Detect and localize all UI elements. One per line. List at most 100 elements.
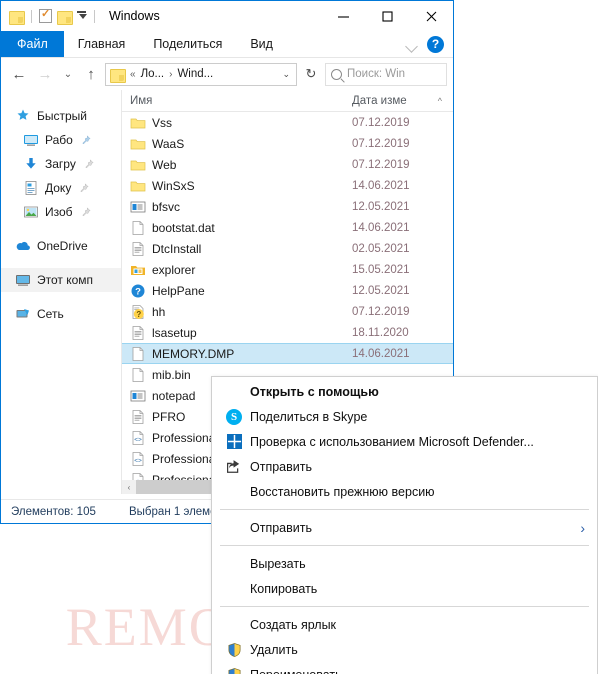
column-header-date[interactable]: Дата изме ^ xyxy=(352,95,444,107)
menu-item-rename[interactable]: Переименовать xyxy=(212,662,597,674)
sidebar-item-network[interactable]: Сеть xyxy=(1,302,121,326)
file-name: Web xyxy=(152,157,177,172)
sidebar-item-quick-access[interactable]: Быстрый xyxy=(1,104,121,128)
sidebar-item-documents[interactable]: Доку xyxy=(1,176,121,200)
tab-view[interactable]: Вид xyxy=(236,31,287,57)
menu-item-label: Проверка с использованием Microsoft Defe… xyxy=(250,434,534,449)
documents-icon xyxy=(25,181,37,195)
chevron-down-icon[interactable]: ⌄ xyxy=(282,69,292,80)
breadcrumb-item-local[interactable]: Ло... xyxy=(141,68,165,80)
table-row[interactable]: WaaS 07.12.2019 xyxy=(122,133,453,154)
search-icon xyxy=(331,68,342,80)
table-row[interactable]: bootstat.dat 14.06.2021 xyxy=(122,217,453,238)
pin-icon[interactable] xyxy=(81,207,91,217)
folder-icon xyxy=(130,160,146,170)
refresh-button[interactable]: ↻ xyxy=(299,63,323,86)
help-icon[interactable]: ? xyxy=(427,36,444,53)
menu-item-label: Копировать xyxy=(250,581,318,596)
help-icon: ? xyxy=(131,284,145,297)
ribbon-tabs: Файл Главная Поделиться Вид ? xyxy=(1,31,453,58)
file-date: 14.06.2021 xyxy=(352,221,410,234)
svg-text:<>: <> xyxy=(134,457,142,464)
file-date: 14.06.2021 xyxy=(352,179,410,192)
table-row[interactable]: lsasetup 18.11.2020 xyxy=(122,322,453,343)
sidebar-item-label: Доку xyxy=(45,181,72,195)
sidebar-item-label: Сеть xyxy=(37,307,64,321)
sidebar-item-onedrive[interactable]: OneDrive xyxy=(1,234,121,258)
table-row[interactable]: Web 07.12.2019 xyxy=(122,154,453,175)
chevron-right-icon: › xyxy=(580,519,585,536)
scroll-left-icon[interactable]: ‹ xyxy=(122,483,136,492)
folder-icon xyxy=(130,181,146,191)
text-file-icon xyxy=(132,325,144,340)
menu-item-restore-previous-version[interactable]: Восстановить прежнюю версию xyxy=(212,479,597,504)
menu-item-scan-defender[interactable]: Проверка с использованием Microsoft Defe… xyxy=(212,429,597,454)
back-button[interactable]: ← xyxy=(7,62,31,86)
customize-caret-icon[interactable] xyxy=(77,13,87,19)
tab-home[interactable]: Главная xyxy=(64,31,140,57)
file-date: 02.05.2021 xyxy=(352,242,410,255)
minimize-icon[interactable] xyxy=(321,1,365,31)
properties-icon[interactable] xyxy=(39,7,52,23)
menu-item-send-to[interactable]: Отправить › xyxy=(212,515,597,540)
sidebar-item-this-pc[interactable]: Этот комп xyxy=(1,268,121,292)
menu-item-open-with[interactable]: Открыть с помощью xyxy=(212,379,597,404)
chevron-down-icon[interactable] xyxy=(405,38,419,52)
maximize-icon[interactable] xyxy=(365,1,409,31)
menu-item-share-skype[interactable]: S Поделиться в Skype xyxy=(212,404,597,429)
sidebar-item-pictures[interactable]: Изоб xyxy=(1,200,121,224)
menu-item-create-shortcut[interactable]: Создать ярлык xyxy=(212,612,597,637)
xml-file-icon: <> xyxy=(132,451,144,466)
folder-icon[interactable] xyxy=(9,10,25,25)
star-icon xyxy=(17,109,29,120)
tab-share[interactable]: Поделиться xyxy=(139,31,236,57)
breadcrumb-separator: › xyxy=(169,68,173,80)
table-row[interactable]: WinSxS 14.06.2021 xyxy=(122,175,453,196)
sidebar-item-desktop[interactable]: Рабо xyxy=(1,128,121,152)
address-bar-row: ← → ⌄ ↑ « Ло... › Wind... ⌄ ↻ Поиск: Win xyxy=(1,58,453,90)
up-button[interactable]: ↑ xyxy=(79,62,103,86)
menu-item-label: Отправить xyxy=(250,520,312,535)
sidebar-item-downloads[interactable]: Загру xyxy=(1,152,121,176)
new-folder-icon[interactable] xyxy=(57,10,73,25)
table-row-selected[interactable]: MEMORY.DMP 14.06.2021 xyxy=(122,343,453,364)
menu-item-label: Восстановить прежнюю версию xyxy=(250,484,435,499)
tab-file[interactable]: Файл xyxy=(1,31,64,57)
menu-item-copy[interactable]: Копировать xyxy=(212,576,597,601)
table-row[interactable]: bfsvc 12.05.2021 xyxy=(122,196,453,217)
menu-item-cut[interactable]: Вырезать xyxy=(212,551,597,576)
pin-icon[interactable] xyxy=(79,183,89,193)
application-icon xyxy=(130,201,146,212)
breadcrumb-overflow[interactable]: « xyxy=(129,69,137,80)
table-row[interactable]: explorer 15.05.2021 xyxy=(122,259,453,280)
text-file-icon xyxy=(132,409,144,424)
table-row[interactable]: Vss 07.12.2019 xyxy=(122,112,453,133)
table-row[interactable]: ? hh 07.12.2019 xyxy=(122,301,453,322)
file-name: PFRO xyxy=(152,409,186,424)
table-row[interactable]: DtcInstall 02.05.2021 xyxy=(122,238,453,259)
pin-icon[interactable] xyxy=(84,159,94,169)
folder-icon xyxy=(130,118,146,128)
search-input[interactable]: Поиск: Win xyxy=(325,62,447,86)
column-headers: Имя Дата изме ^ xyxy=(122,90,453,112)
address-input[interactable]: « Ло... › Wind... ⌄ xyxy=(105,62,297,86)
menu-item-send-share[interactable]: Отправить xyxy=(212,454,597,479)
file-name: DtcInstall xyxy=(152,241,202,256)
file-name: Professional xyxy=(152,430,219,445)
breadcrumb-item-windows[interactable]: Wind... xyxy=(177,68,213,80)
column-header-name[interactable]: Имя xyxy=(122,95,352,107)
downloads-icon xyxy=(26,158,36,169)
svg-text:?: ? xyxy=(136,310,141,319)
recent-locations-button[interactable]: ⌄ xyxy=(59,62,77,86)
table-row[interactable]: ? HelpPane 12.05.2021 xyxy=(122,280,453,301)
xml-file-icon: <> xyxy=(132,430,144,445)
sidebar-item-label: Рабо xyxy=(45,133,73,147)
pin-icon[interactable] xyxy=(81,135,91,145)
svg-text:<>: <> xyxy=(134,436,142,443)
file-name: HelpPane xyxy=(152,283,205,298)
file-name: explorer xyxy=(152,262,196,277)
menu-item-delete[interactable]: Удалить xyxy=(212,637,597,662)
file-date: 07.12.2019 xyxy=(352,116,410,129)
close-icon[interactable] xyxy=(409,1,453,31)
